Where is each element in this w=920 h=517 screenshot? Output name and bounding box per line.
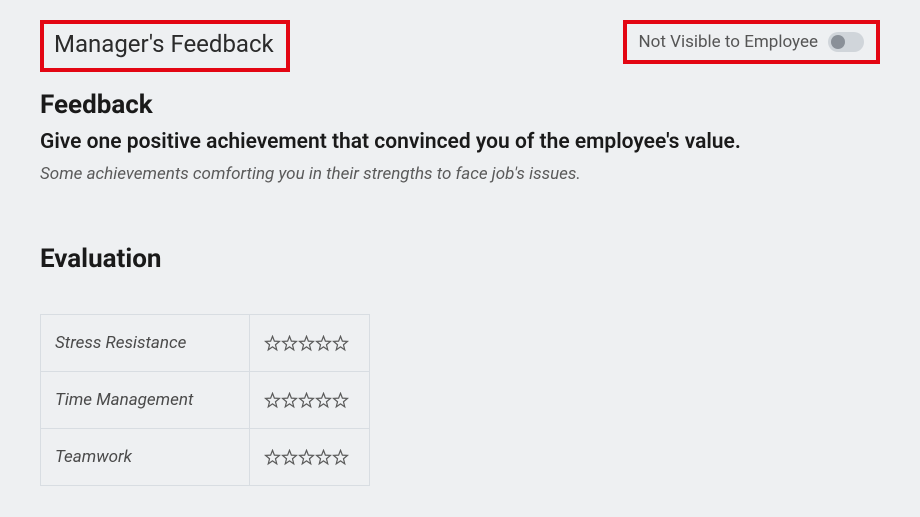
star-icon[interactable] — [298, 392, 315, 409]
feedback-prompt: Give one positive achievement that convi… — [40, 130, 880, 154]
section-title-highlight: Manager's Feedback — [40, 20, 290, 72]
section-title: Manager's Feedback — [54, 30, 274, 58]
star-icon[interactable] — [315, 335, 332, 352]
criterion-label: Time Management — [41, 372, 250, 429]
star-icon[interactable] — [281, 392, 298, 409]
visibility-toggle[interactable] — [828, 32, 864, 52]
evaluation-table: Stress ResistanceTime ManagementTeamwork — [40, 314, 370, 486]
star-icon[interactable] — [264, 449, 281, 466]
feedback-hint: Some achievements comforting you in thei… — [40, 164, 880, 184]
star-icon[interactable] — [264, 335, 281, 352]
rating-stars[interactable] — [264, 392, 355, 409]
star-icon[interactable] — [281, 335, 298, 352]
toggle-knob — [831, 35, 845, 49]
criterion-label: Teamwork — [41, 429, 250, 486]
star-icon[interactable] — [315, 392, 332, 409]
star-icon[interactable] — [298, 449, 315, 466]
star-icon[interactable] — [315, 449, 332, 466]
table-row: Teamwork — [41, 429, 370, 486]
star-icon[interactable] — [332, 449, 349, 466]
star-icon[interactable] — [332, 335, 349, 352]
table-row: Time Management — [41, 372, 370, 429]
rating-stars[interactable] — [264, 449, 355, 466]
criterion-label: Stress Resistance — [41, 315, 250, 372]
visibility-highlight: Not Visible to Employee — [623, 20, 880, 64]
feedback-block: Feedback Give one positive achievement t… — [40, 90, 880, 184]
evaluation-heading: Evaluation — [40, 244, 880, 274]
star-icon[interactable] — [298, 335, 315, 352]
table-row: Stress Resistance — [41, 315, 370, 372]
star-icon[interactable] — [264, 392, 281, 409]
rating-stars[interactable] — [264, 335, 355, 352]
visibility-label: Not Visible to Employee — [639, 32, 818, 52]
evaluation-section: Evaluation Stress ResistanceTime Managem… — [40, 244, 880, 486]
feedback-heading: Feedback — [40, 90, 880, 120]
star-icon[interactable] — [332, 392, 349, 409]
star-icon[interactable] — [281, 449, 298, 466]
